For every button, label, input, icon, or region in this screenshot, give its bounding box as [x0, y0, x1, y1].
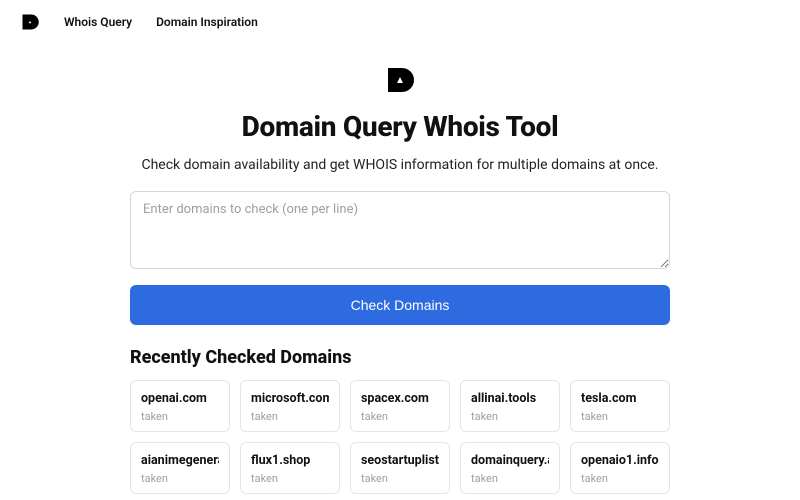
domain-name: openai.com — [141, 391, 219, 406]
domain-card[interactable]: seostartuplist.com taken — [350, 442, 450, 494]
domain-name: seostartuplist.com — [361, 453, 439, 468]
domain-status: taken — [251, 472, 329, 485]
hero: Domain Query Whois Tool Check domain ava… — [0, 64, 800, 173]
domain-status: taken — [581, 410, 659, 423]
hero-logo-icon — [384, 64, 416, 100]
domain-status: taken — [361, 472, 439, 485]
domain-card[interactable]: spacex.com taken — [350, 380, 450, 432]
domain-status: taken — [141, 472, 219, 485]
domain-card[interactable]: aianimegenerator.app taken — [130, 442, 230, 494]
recent-heading: Recently Checked Domains — [130, 347, 670, 368]
domains-textarea[interactable] — [130, 191, 670, 269]
domain-status: taken — [471, 472, 549, 485]
domain-name: spacex.com — [361, 391, 439, 406]
nav-link-whois[interactable]: Whois Query — [64, 15, 132, 29]
domain-status: taken — [141, 410, 219, 423]
top-nav: Whois Query Domain Inspiration — [0, 0, 800, 44]
site-logo-icon[interactable] — [20, 12, 40, 32]
domain-status: taken — [581, 472, 659, 485]
domain-card[interactable]: allinai.tools taken — [460, 380, 560, 432]
domain-card[interactable]: microsoft.com taken — [240, 380, 340, 432]
domain-name: domainquery.app — [471, 453, 549, 468]
domain-status: taken — [361, 410, 439, 423]
domain-name: allinai.tools — [471, 391, 549, 406]
domain-name: tesla.com — [581, 391, 659, 406]
domain-card[interactable]: domainquery.app taken — [460, 442, 560, 494]
page-subtitle: Check domain availability and get WHOIS … — [0, 157, 800, 173]
domain-status: taken — [251, 410, 329, 423]
page-title: Domain Query Whois Tool — [0, 110, 800, 143]
domain-name: microsoft.com — [251, 391, 329, 406]
check-domains-button[interactable]: Check Domains — [130, 285, 670, 325]
domain-name: aianimegenerator.app — [141, 453, 219, 468]
nav-link-inspiration[interactable]: Domain Inspiration — [156, 15, 258, 29]
domain-card[interactable]: tesla.com taken — [570, 380, 670, 432]
domain-card[interactable]: openaio1.info taken — [570, 442, 670, 494]
main-container: Check Domains Recently Checked Domains o… — [130, 191, 670, 494]
domain-card[interactable]: openai.com taken — [130, 380, 230, 432]
recent-grid: openai.comtakenmicrosoft.comtakenspacex.… — [130, 380, 670, 494]
domain-name: openaio1.info — [581, 453, 659, 468]
domain-name: flux1.shop — [251, 453, 329, 468]
domain-card[interactable]: flux1.shop taken — [240, 442, 340, 494]
domain-status: taken — [471, 410, 549, 423]
